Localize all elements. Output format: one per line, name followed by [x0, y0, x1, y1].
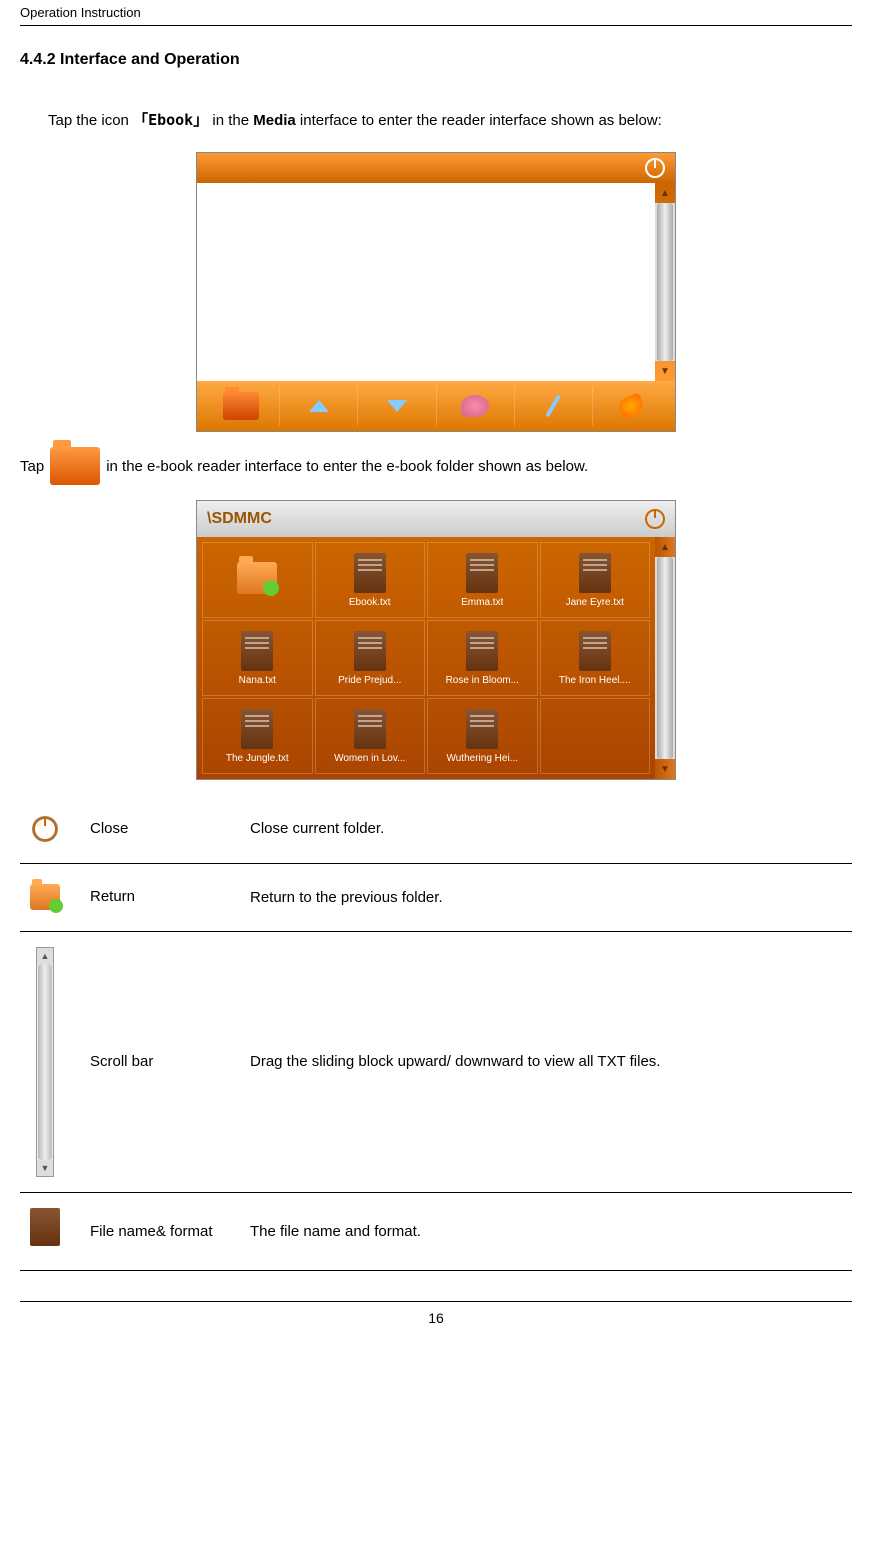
- document-icon: [579, 553, 611, 593]
- scroll-up-arrow-icon[interactable]: ▲: [655, 183, 675, 203]
- table-row: Close Close current folder.: [20, 795, 852, 864]
- butterfly-button[interactable]: [593, 386, 670, 426]
- tap-suffix: in the e-book reader interface to enter …: [106, 458, 588, 475]
- document-icon: [354, 709, 386, 749]
- scroll-track[interactable]: [655, 203, 675, 361]
- brush-icon: [546, 395, 561, 418]
- breadcrumb: \SDMMC: [207, 510, 272, 528]
- scroll-down-arrow-icon[interactable]: ▼: [655, 759, 675, 779]
- file-label: The Iron Heel....: [559, 675, 631, 686]
- file-label: Wuthering Hei...: [446, 753, 518, 764]
- file-item[interactable]: Wuthering Hei...: [427, 698, 538, 774]
- document-icon: [466, 631, 498, 671]
- file-item[interactable]: Jane Eyre.txt: [540, 542, 651, 618]
- table-row: ▲ ▼ Scroll bar Drag the sliding block up…: [20, 932, 852, 1193]
- ebook-label: 「Ebook」: [133, 111, 208, 129]
- document-icon: [241, 631, 273, 671]
- row-name: Close: [90, 814, 230, 844]
- file-label: Ebook.txt: [349, 597, 391, 608]
- reader-scrollbar[interactable]: ▲ ▼: [655, 183, 675, 381]
- file-item[interactable]: Pride Prejud...: [315, 620, 426, 696]
- screenshot-reader-empty: ▲ ▼: [196, 152, 676, 432]
- row-name: File name& format: [90, 1217, 230, 1247]
- paragraph-2: Tap in the e-book reader interface to en…: [20, 447, 852, 485]
- scrollbar-icon: ▲ ▼: [36, 947, 54, 1177]
- file-item[interactable]: Rose in Bloom...: [427, 620, 538, 696]
- file-item[interactable]: Emma.txt: [427, 542, 538, 618]
- row-desc: The file name and format.: [250, 1213, 852, 1251]
- file-label: Rose in Bloom...: [446, 675, 519, 686]
- tap-prefix: Tap: [20, 458, 44, 475]
- folder-icon: [50, 447, 100, 485]
- palette-icon: [461, 395, 489, 417]
- return-icon: [30, 884, 60, 910]
- file-grid: Ebook.txt Emma.txt Jane Eyre.txt Nana.tx…: [197, 537, 655, 779]
- arrow-down-icon: [387, 400, 407, 412]
- reader-topbar: [197, 153, 675, 183]
- media-bold: Media: [253, 112, 296, 129]
- file-item[interactable]: The Iron Heel....: [540, 620, 651, 696]
- page-up-button[interactable]: [280, 386, 358, 426]
- scroll-up-arrow-icon[interactable]: ▲: [655, 537, 675, 557]
- para1-middle: in the: [208, 112, 253, 129]
- close-icon: [33, 817, 57, 841]
- folder-button[interactable]: [202, 386, 280, 426]
- document-icon: [30, 1208, 60, 1246]
- row-name: Scroll bar: [90, 1047, 230, 1077]
- file-item[interactable]: Nana.txt: [202, 620, 313, 696]
- file-item[interactable]: Ebook.txt: [315, 542, 426, 618]
- return-folder[interactable]: [202, 542, 313, 618]
- scroll-thumb[interactable]: [657, 557, 673, 759]
- document-icon: [579, 631, 611, 671]
- scroll-thumb[interactable]: [657, 203, 673, 361]
- scroll-down-arrow-icon: ▼: [37, 1160, 53, 1176]
- scroll-down-arrow-icon[interactable]: ▼: [655, 361, 675, 381]
- document-icon: [241, 709, 273, 749]
- file-label: Jane Eyre.txt: [566, 597, 624, 608]
- scroll-track[interactable]: [655, 557, 675, 759]
- row-desc: Close current folder.: [250, 810, 852, 848]
- page-header: Operation Instruction: [20, 0, 852, 26]
- theme-button[interactable]: [437, 386, 515, 426]
- file-label: Nana.txt: [239, 675, 276, 686]
- row-desc: Return to the previous folder.: [250, 879, 852, 917]
- file-item[interactable]: The Jungle.txt: [202, 698, 313, 774]
- folder-icon: [223, 392, 259, 420]
- paragraph-1: Tap the icon 「Ebook」 in the Media interf…: [20, 99, 852, 142]
- table-row: Ebook.txt File name& format The file nam…: [20, 1193, 852, 1271]
- page-number: 16: [20, 1301, 852, 1326]
- page-down-button[interactable]: [358, 386, 436, 426]
- reference-table: Close Close current folder. Return Retur…: [20, 795, 852, 1271]
- file-label: The Jungle.txt: [226, 753, 289, 764]
- power-icon[interactable]: [645, 158, 665, 178]
- file-label: Women in Lov...: [334, 753, 405, 764]
- file-icon-label: Ebook.txt: [30, 1248, 60, 1255]
- butterfly-icon: [617, 392, 646, 419]
- power-icon[interactable]: [645, 509, 665, 529]
- table-row: Return Return to the previous folder.: [20, 864, 852, 933]
- arrow-up-icon: [309, 400, 329, 412]
- scroll-up-arrow-icon: ▲: [37, 948, 53, 964]
- browser-topbar: \SDMMC: [197, 501, 675, 537]
- reader-content-area: [197, 183, 655, 381]
- document-icon: [354, 553, 386, 593]
- document-icon: [466, 709, 498, 749]
- screenshot-folder-browser: \SDMMC Ebook.txt Emma.txt Jane Eyre.txt: [196, 500, 676, 780]
- document-icon: [466, 553, 498, 593]
- browser-scrollbar[interactable]: ▲ ▼: [655, 537, 675, 779]
- file-icon-wrapper: Ebook.txt: [30, 1208, 60, 1255]
- file-item-empty: [540, 698, 651, 774]
- para1-prefix: Tap the icon: [48, 112, 133, 129]
- file-item[interactable]: Women in Lov...: [315, 698, 426, 774]
- para1-suffix: interface to enter the reader interface …: [296, 112, 662, 129]
- file-label: Pride Prejud...: [338, 675, 401, 686]
- document-icon: [354, 631, 386, 671]
- row-desc: Drag the sliding block upward/ downward …: [250, 1043, 852, 1081]
- brush-button[interactable]: [515, 386, 593, 426]
- row-name: Return: [90, 882, 230, 912]
- return-folder-icon: [237, 562, 277, 594]
- reader-toolbar: [197, 381, 675, 431]
- file-label: Emma.txt: [461, 597, 503, 608]
- section-title: 4.4.2 Interface and Operation: [20, 51, 852, 69]
